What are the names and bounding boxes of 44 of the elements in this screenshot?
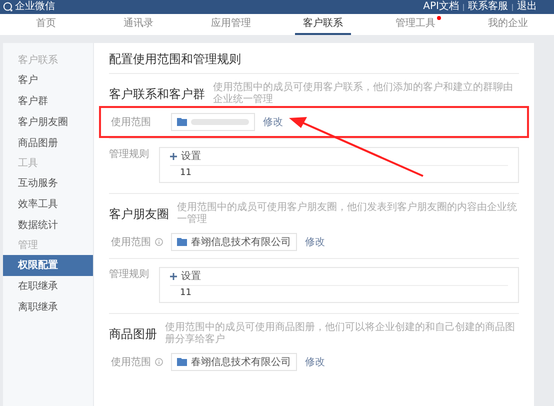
section-title: 商品图册	[109, 326, 157, 343]
edit-link[interactable]: 修改	[305, 354, 325, 370]
field-label: 使用范围	[111, 236, 151, 250]
logo-text: 企业微信	[15, 2, 55, 12]
nav-tab[interactable]: 通讯录	[115, 14, 162, 35]
plus-icon	[170, 153, 177, 160]
nav-tab[interactable]: 应用管理	[202, 14, 259, 35]
header-link[interactable]: 退出	[517, 2, 537, 12]
section-description: 使用范围中的成员可使用客户联系，他们添加的客户和建立的群聊由企业统一管理	[213, 82, 514, 106]
field-label: 管理规则	[109, 268, 150, 282]
nav-tab[interactable]: 首页	[28, 14, 64, 35]
field-label: 使用范围	[111, 116, 151, 130]
section-description: 使用范围中的成员可使用客户朋友圈，他们发表到客户朋友圈的内容由企业统一管理	[177, 202, 518, 226]
nav-tab[interactable]: 我的企业	[480, 14, 536, 35]
nav-tab[interactable]: 管理工具	[387, 14, 444, 35]
organization-name: 春翊信息技术有限公司	[191, 356, 291, 370]
folder-icon	[177, 358, 187, 366]
section-description: 使用范围中的成员可使用商品图册，他们可以将企业创建的和自己创建的商品图册分享给客户	[165, 322, 516, 346]
organization-name: 春翊信息技术有限公司	[191, 236, 291, 250]
field-label: 使用范围	[111, 356, 151, 370]
nav-tab[interactable]: 客户联系	[295, 14, 352, 35]
field-label: 管理规则	[109, 148, 150, 162]
add-rule-button[interactable]: 设置	[170, 268, 508, 286]
header-link[interactable]: 联系客服	[468, 2, 508, 12]
edit-link[interactable]: 修改	[305, 234, 325, 250]
add-rule-button[interactable]: 设置	[170, 148, 508, 166]
rule-item: 11	[179, 167, 192, 180]
sidebar-item[interactable]: 权限配置	[3, 255, 93, 276]
chat-bubble-icon	[3, 2, 13, 12]
info-icon	[155, 238, 163, 246]
plus-icon	[170, 273, 177, 280]
sidebar-group-label: 管理	[17, 239, 39, 253]
sidebar-group-label: 工具	[17, 157, 39, 171]
page-title: 配置使用范围和管理规则	[109, 51, 519, 74]
header-link[interactable]: API文档	[423, 2, 459, 12]
rule-item: 11	[179, 287, 192, 300]
section-title: 客户朋友圈	[109, 206, 169, 223]
section-title: 客户联系和客户群	[109, 86, 205, 103]
info-icon	[155, 358, 163, 366]
blurred-text	[191, 119, 249, 125]
edit-link[interactable]: 修改	[263, 114, 283, 130]
sidebar-group-label: 客户联系	[17, 54, 59, 68]
folder-icon	[177, 238, 187, 246]
folder-icon	[177, 118, 187, 126]
